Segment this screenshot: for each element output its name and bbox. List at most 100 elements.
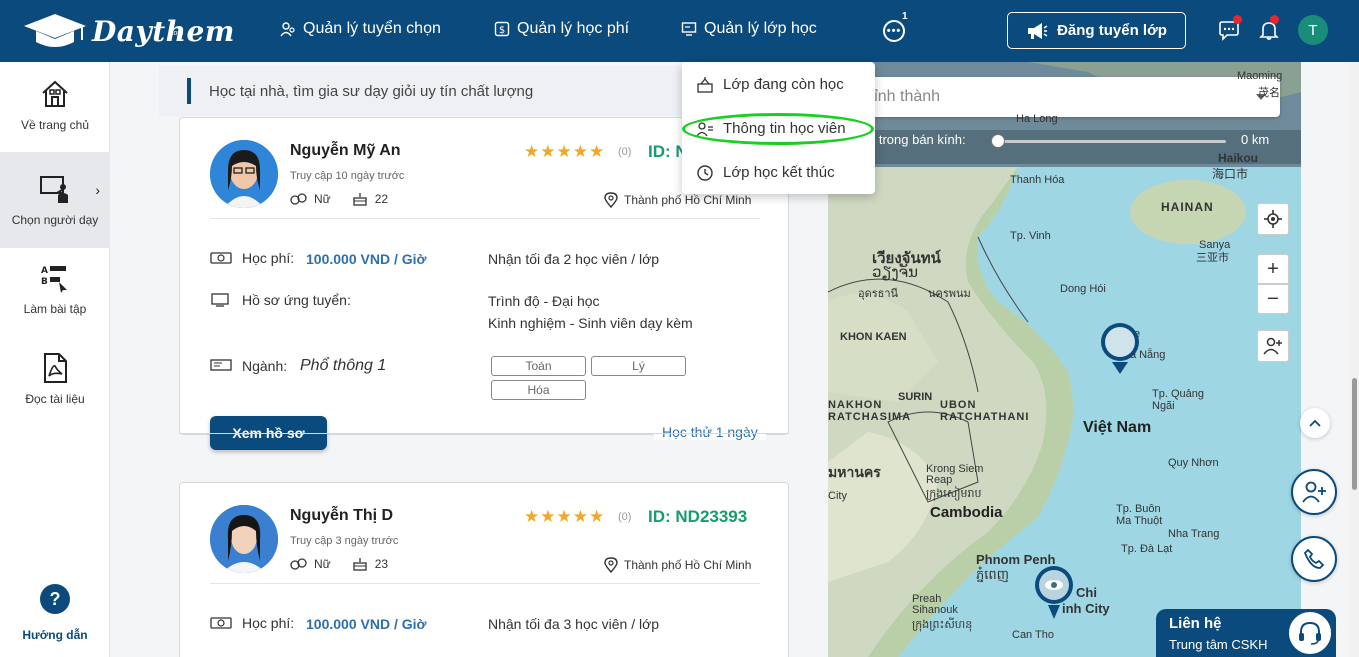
page-scrollbar[interactable] [1350,62,1359,657]
card-bottom-line [179,433,789,434]
map-marker-pin[interactable] [1032,565,1076,621]
menu-item-ended-classes[interactable]: Lớp học kết thúc [697,164,835,181]
top-header: Daythem .com Quản lý tuyển chọn $ Quản l… [0,0,1359,62]
chevron-up-icon [1309,419,1321,427]
map-label: 茂名 [1258,87,1280,99]
locate-button[interactable] [1257,203,1289,235]
logo-domain: .com [168,30,184,37]
contact-widget[interactable]: Liên hệ Trung tâm CSKH [1156,609,1336,657]
map-label: Dong Hói [1060,283,1106,295]
map-label: Preah Sihanouk [912,593,958,616]
user-avatar[interactable]: T [1298,15,1328,45]
crosshair-icon [1264,210,1282,228]
sidebar-item-label: Đọc tài liệu [25,392,85,406]
sidebar-item-exercises[interactable]: AB Làm bài tập [0,262,110,342]
map-label: Can Tho [1012,629,1054,641]
subject-chip: Hóa [491,380,586,400]
banner-text: Học tại nhà, tìm gia sư dạy giỏi uy tín … [209,82,534,100]
fee-row: Học phí: [210,615,294,631]
class-management-dropdown: Lớp đang còn học Thông tin học viên Lớp … [682,62,875,194]
nav-tuition-label: Quản lý học phí [517,20,630,37]
contact-subtitle: Trung tâm CSKH [1169,637,1268,652]
map-label: HAINAN [1161,200,1214,214]
gender-icon [290,558,307,570]
logo[interactable]: Daythem [22,10,235,52]
gender: Nữ [314,557,331,571]
sidebar-item-choose-teacher[interactable]: Chọn người dạy › [0,152,110,248]
board-icon [210,359,232,371]
review-count: (0) [618,511,632,523]
menu-item-active-classes[interactable]: Lớp đang còn học [697,76,844,93]
scrollbar-thumb[interactable] [1352,378,1357,490]
more-badge: 1 [902,11,908,22]
nav-classes[interactable]: Quản lý lớp học [681,20,817,38]
map-marker-pin[interactable] [1098,322,1142,374]
map-label: Cambodia [930,504,1003,521]
sidebar-item-label: Làm bài tập [23,302,87,316]
nav-recruitment[interactable]: Quản lý tuyển chọn [280,20,441,38]
chat-unread-dot [1233,15,1242,24]
province-search[interactable]: m tỉnh thành [852,77,1280,117]
tutor-meta: Nữ 22 [290,192,388,206]
headset-icon [1286,609,1334,657]
map-panel[interactable]: m tỉnh thành n trong bán kính: 0 km Maom… [828,62,1301,657]
map-label: Quy Nhơn [1168,457,1219,469]
tutor-avatar[interactable] [210,140,278,208]
tutor-id: ID: ND23393 [648,507,748,526]
radius-slider-track[interactable] [998,140,1226,143]
post-class-label: Đăng tuyển lớp [1057,22,1167,39]
chevron-right-icon: › [95,182,100,198]
zoom-out-button[interactable]: − [1257,284,1289,314]
zoom-in-button[interactable]: + [1257,254,1289,284]
radius-value: 0 km [1241,132,1270,147]
radius-label: n trong bán kính: [868,132,966,147]
map-label: Nha Trang [1168,528,1220,540]
tutor-name[interactable]: Nguyễn Thị D [290,507,393,525]
map-label: KHON KAEN [840,331,907,343]
scroll-top-button[interactable] [1300,408,1330,438]
more-menu-button[interactable]: ••• [883,20,905,42]
card-divider [210,218,760,219]
logo-text: Daythem [92,14,235,48]
tutor-avatar[interactable] [210,505,278,573]
sidebar-item-documents[interactable]: Đọc tài liệu [0,352,110,432]
banner-accent [187,78,191,104]
map-label: City [828,490,847,502]
city-label: Thành phố Hồ Chí Minh [624,558,752,572]
location-pin-icon [604,192,618,208]
tutor-name[interactable]: Nguyễn Mỹ An [290,142,401,160]
help-icon: ? [40,584,70,614]
menu-item-label: Lớp học kết thúc [723,164,835,181]
pdf-icon [44,353,67,383]
sidebar-item-help[interactable]: ? Hướng dẫn [0,584,110,644]
call-button[interactable] [1291,536,1337,582]
post-class-button[interactable]: Đăng tuyển lớp [1007,12,1186,49]
trial-link[interactable]: Học thử 1 ngày [654,424,766,440]
card-divider [210,583,760,584]
svg-text:B: B [41,277,48,287]
map-label: Haikou [1218,151,1259,165]
map-label: ក្រុងសៀមរាប [926,488,982,500]
menu-item-label: Lớp đang còn học [723,76,844,93]
city-label: Thành phố Hồ Chí Minh [624,193,752,207]
radius-slider-handle[interactable] [991,134,1005,148]
people-search-icon [280,22,295,37]
map-label: นครพนม [928,288,971,300]
add-person-map-button[interactable] [1257,330,1289,362]
phone-icon [1303,548,1325,569]
major-row: Ngành: [210,358,287,374]
teacher-board-icon [40,176,68,203]
graduation-cap-icon [24,14,86,47]
major-label: Ngành: [242,358,288,374]
sidebar-item-home[interactable]: Về trang chủ [0,78,110,158]
education: Trình độ - Đại học [488,293,600,309]
nav-tuition[interactable]: $ Quản lý học phí [494,20,629,38]
tutor-photo [210,505,278,573]
map-label: Tp. Buôn Ma Thuột [1116,503,1163,527]
experience: Kinh nghiệm - Sinh viên dạy kèm [488,315,693,331]
map-label: ក្រុងព្រះសីហនុ [912,619,973,631]
max-students: Nhận tối đa 3 học viên / lớp [488,616,660,632]
megaphone-icon [1028,22,1048,39]
add-contact-button[interactable] [1291,469,1337,515]
highlight-ellipse [682,113,874,145]
